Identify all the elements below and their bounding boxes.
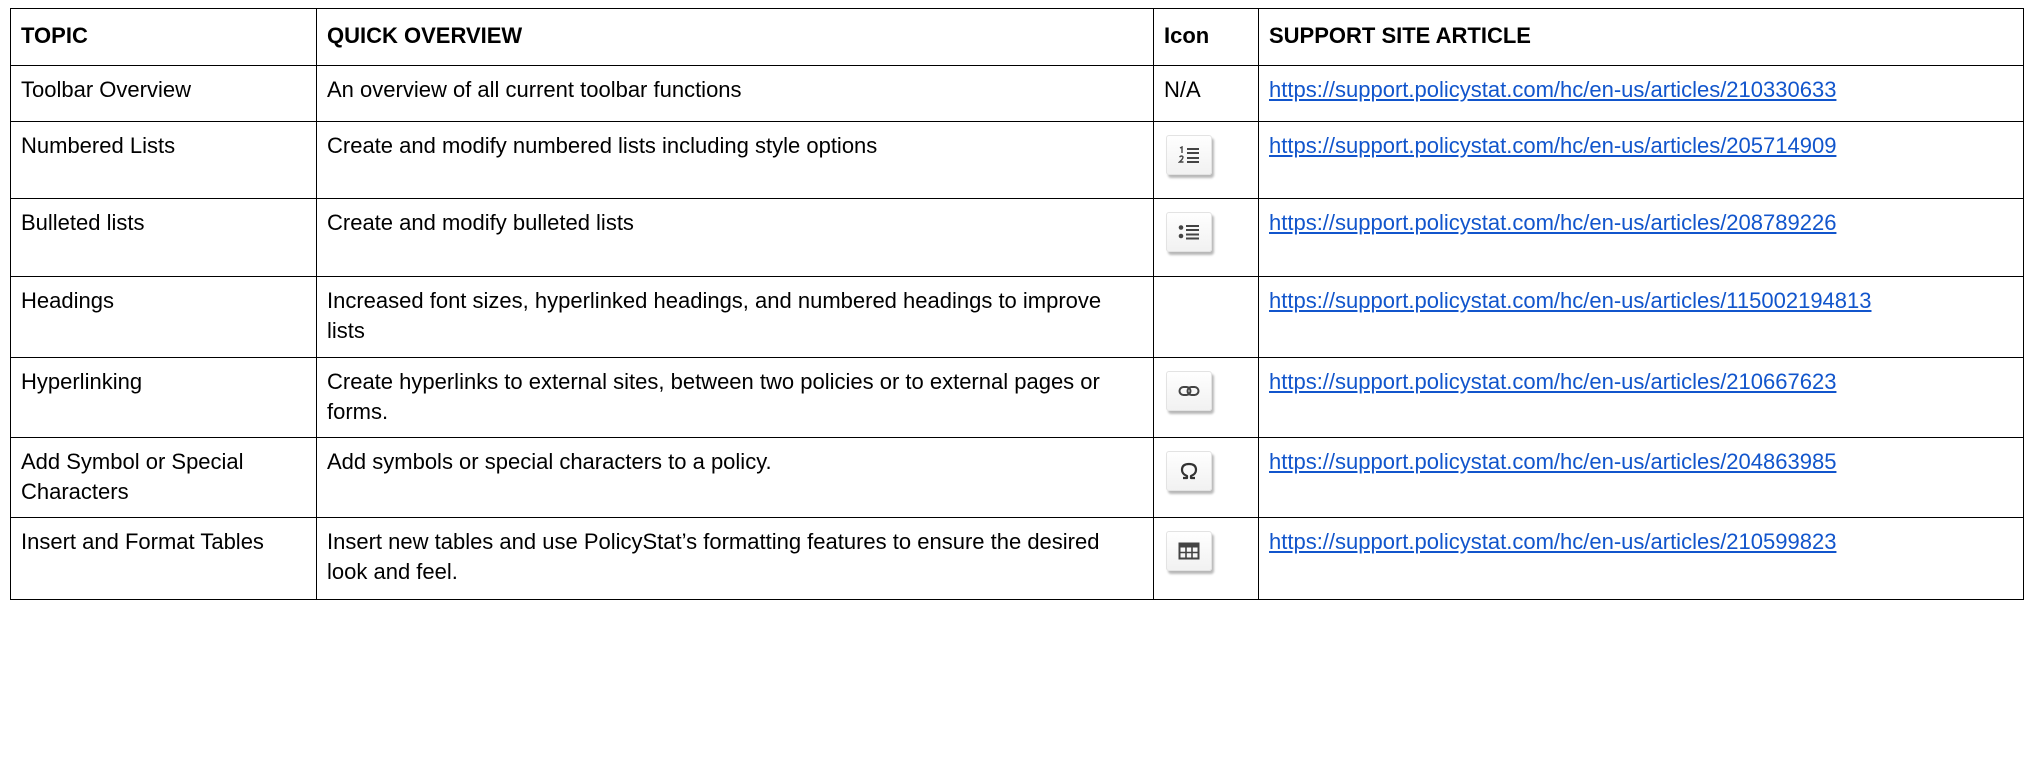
icon-cell: N/A [1153, 65, 1259, 122]
topic-cell: Hyperlinking [10, 357, 317, 438]
article-cell: https://support.policystat.com/hc/en-us/… [1258, 357, 2024, 438]
icon-cell [1153, 276, 1259, 358]
support-articles-table: TOPIC QUICK OVERVIEW Icon SUPPORT SITE A… [10, 8, 2024, 600]
icon-cell [1153, 517, 1259, 600]
article-cell: https://support.policystat.com/hc/en-us/… [1258, 65, 2024, 122]
topic-cell: Bulleted lists [10, 198, 317, 277]
table-row: Insert and Format Tables Insert new tabl… [10, 517, 2024, 600]
topic-cell: Add Symbol or Special Characters [10, 437, 317, 518]
article-link[interactable]: https://support.policystat.com/hc/en-us/… [1269, 369, 1836, 394]
header-quick-overview: QUICK OVERVIEW [316, 8, 1154, 66]
table-row: Hyperlinking Create hyperlinks to extern… [10, 357, 2024, 438]
table-row: Headings Increased font sizes, hyperlink… [10, 276, 2024, 358]
icon-cell [1153, 357, 1259, 438]
topic-cell: Headings [10, 276, 317, 358]
icon-cell [1153, 437, 1259, 518]
article-cell: https://support.policystat.com/hc/en-us/… [1258, 517, 2024, 600]
article-cell: https://support.policystat.com/hc/en-us/… [1258, 121, 2024, 199]
overview-cell: Create and modify numbered lists includi… [316, 121, 1154, 199]
topic-cell: Insert and Format Tables [10, 517, 317, 600]
omega-symbol-icon [1166, 451, 1212, 491]
link-icon [1166, 371, 1212, 411]
table-row: Toolbar Overview An overview of all curr… [10, 65, 2024, 122]
overview-cell: Add symbols or special characters to a p… [316, 437, 1154, 518]
header-topic: TOPIC [10, 8, 317, 66]
overview-cell: An overview of all current toolbar funct… [316, 65, 1154, 122]
bulleted-list-icon [1166, 212, 1212, 252]
header-support-site-article: SUPPORT SITE ARTICLE [1258, 8, 2024, 66]
overview-cell: Create and modify bulleted lists [316, 198, 1154, 277]
overview-cell: Increased font sizes, hyperlinked headin… [316, 276, 1154, 358]
topic-cell: Toolbar Overview [10, 65, 317, 122]
table-icon [1166, 531, 1212, 571]
article-link[interactable]: https://support.policystat.com/hc/en-us/… [1269, 210, 1836, 235]
article-link[interactable]: https://support.policystat.com/hc/en-us/… [1269, 288, 1872, 313]
table-row: Add Symbol or Special Characters Add sym… [10, 437, 2024, 518]
article-link[interactable]: https://support.policystat.com/hc/en-us/… [1269, 449, 1836, 474]
header-row: TOPIC QUICK OVERVIEW Icon SUPPORT SITE A… [10, 8, 2024, 66]
topic-cell: Numbered Lists [10, 121, 317, 199]
article-link[interactable]: https://support.policystat.com/hc/en-us/… [1269, 529, 1836, 554]
article-cell: https://support.policystat.com/hc/en-us/… [1258, 198, 2024, 277]
header-icon: Icon [1153, 8, 1259, 66]
article-cell: https://support.policystat.com/hc/en-us/… [1258, 437, 2024, 518]
article-cell: https://support.policystat.com/hc/en-us/… [1258, 276, 2024, 358]
icon-cell [1153, 121, 1259, 199]
overview-cell: Create hyperlinks to external sites, bet… [316, 357, 1154, 438]
article-link[interactable]: https://support.policystat.com/hc/en-us/… [1269, 77, 1836, 102]
table-row: Numbered Lists Create and modify numbere… [10, 121, 2024, 199]
numbered-list-icon [1166, 135, 1212, 175]
table-row: Bulleted lists Create and modify bullete… [10, 198, 2024, 277]
overview-cell: Insert new tables and use PolicyStat’s f… [316, 517, 1154, 600]
article-link[interactable]: https://support.policystat.com/hc/en-us/… [1269, 133, 1836, 158]
icon-cell [1153, 198, 1259, 277]
